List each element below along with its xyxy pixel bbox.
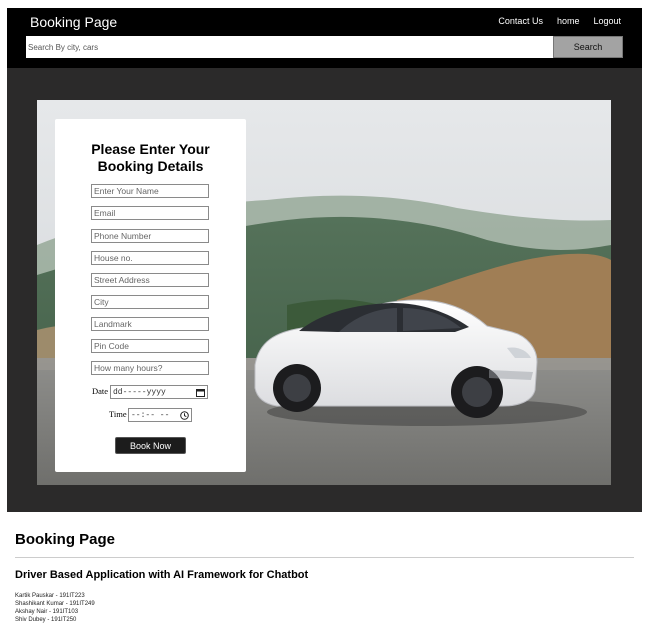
name-field[interactable] [91,184,209,198]
date-label: Date [92,386,109,396]
pin-code-field[interactable] [91,339,209,353]
hero-section: Please Enter Your Booking Details Date d… [7,68,642,512]
footer-title: Booking Page [15,531,116,548]
time-label: Time [109,409,127,419]
nav-links: Contact Us home Logout [498,16,621,26]
footer-subtitle: Driver Based Application with AI Framewo… [15,569,309,581]
date-field[interactable]: dd-----yyyy [110,385,208,399]
form-title-line2: Booking Details [97,158,204,174]
brand-title[interactable]: Booking Page [30,14,117,30]
search-button[interactable]: Search [553,36,623,58]
team-members-list: Kartik Pauskar - 191IT223 Shashikant Kum… [15,592,95,624]
house-no-field[interactable] [91,251,209,265]
hours-field[interactable] [91,361,209,375]
booking-form-card: Please Enter Your Booking Details Date d… [55,119,246,472]
car-landscape-image: Please Enter Your Booking Details Date d… [37,100,611,485]
member-item: Shashikant Kumar - 191IT249 [15,601,95,607]
landmark-field[interactable] [91,317,209,331]
phone-field[interactable] [91,229,209,243]
member-item: Kartik Pauskar - 191IT223 [15,593,85,599]
divider [15,557,634,558]
nav-home-link[interactable]: home [557,16,580,26]
city-field[interactable] [91,295,209,309]
form-title: Please Enter Your Booking Details [55,141,246,175]
nav-logout-link[interactable]: Logout [593,16,621,26]
form-title-line1: Please Enter Your [91,141,210,157]
time-field[interactable]: --:-- -- [128,408,192,422]
date-placeholder: dd-----yyyy [113,387,166,397]
member-item: Shiv Dubey - 191IT250 [15,617,77,623]
time-placeholder: --:-- -- [131,410,170,420]
book-now-button[interactable]: Book Now [115,437,186,454]
member-item: Akshay Nair - 191IT103 [15,609,79,615]
navbar: Booking Page Contact Us home Logout Sear… [7,8,642,68]
calendar-icon[interactable] [196,388,205,397]
street-address-field[interactable] [91,273,209,287]
email-field[interactable] [91,206,209,220]
search-input[interactable] [26,36,553,58]
nav-contact-link[interactable]: Contact Us [498,16,543,26]
clock-icon[interactable] [180,410,189,420]
